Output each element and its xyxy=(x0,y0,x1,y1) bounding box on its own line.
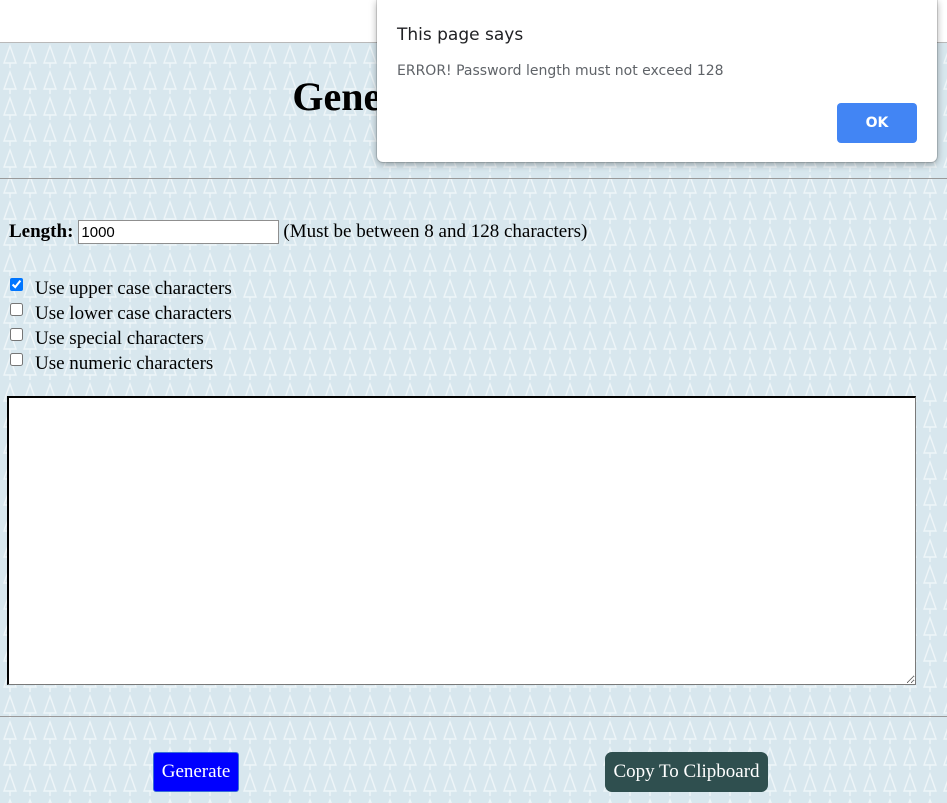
length-hint: (Must be between 8 and 128 characters) xyxy=(283,221,588,242)
length-label: Length: xyxy=(9,221,74,242)
option-special[interactable]: Use special characters xyxy=(8,326,232,351)
copy-to-clipboard-button[interactable]: Copy To Clipboard xyxy=(605,752,768,792)
option-label: Use lower case characters xyxy=(35,302,232,324)
dialog-message: ERROR! Password length must not exceed 1… xyxy=(397,63,724,79)
bottom-divider xyxy=(0,716,947,717)
alert-dialog: This page says ERROR! Password length mu… xyxy=(377,0,937,162)
option-uppercase[interactable]: Use upper case characters xyxy=(8,276,232,301)
uppercase-checkbox[interactable] xyxy=(10,278,23,291)
dialog-ok-button[interactable]: OK xyxy=(837,103,917,143)
length-input[interactable] xyxy=(78,220,280,244)
dialog-title: This page says xyxy=(397,25,524,45)
special-checkbox[interactable] xyxy=(10,328,23,341)
option-label: Use numeric characters xyxy=(35,352,214,374)
generate-button[interactable]: Generate xyxy=(153,752,239,792)
option-numeric[interactable]: Use numeric characters xyxy=(8,351,232,376)
length-row: Length: (Must be between 8 and 128 chara… xyxy=(9,218,587,246)
top-divider xyxy=(0,178,947,179)
option-label: Use upper case characters xyxy=(35,277,232,299)
numeric-checkbox[interactable] xyxy=(10,353,23,366)
option-label: Use special characters xyxy=(35,327,204,349)
character-options: Use upper case characters Use lower case… xyxy=(8,276,232,376)
password-output[interactable] xyxy=(7,396,916,685)
lowercase-checkbox[interactable] xyxy=(10,303,23,316)
option-lowercase[interactable]: Use lower case characters xyxy=(8,301,232,326)
